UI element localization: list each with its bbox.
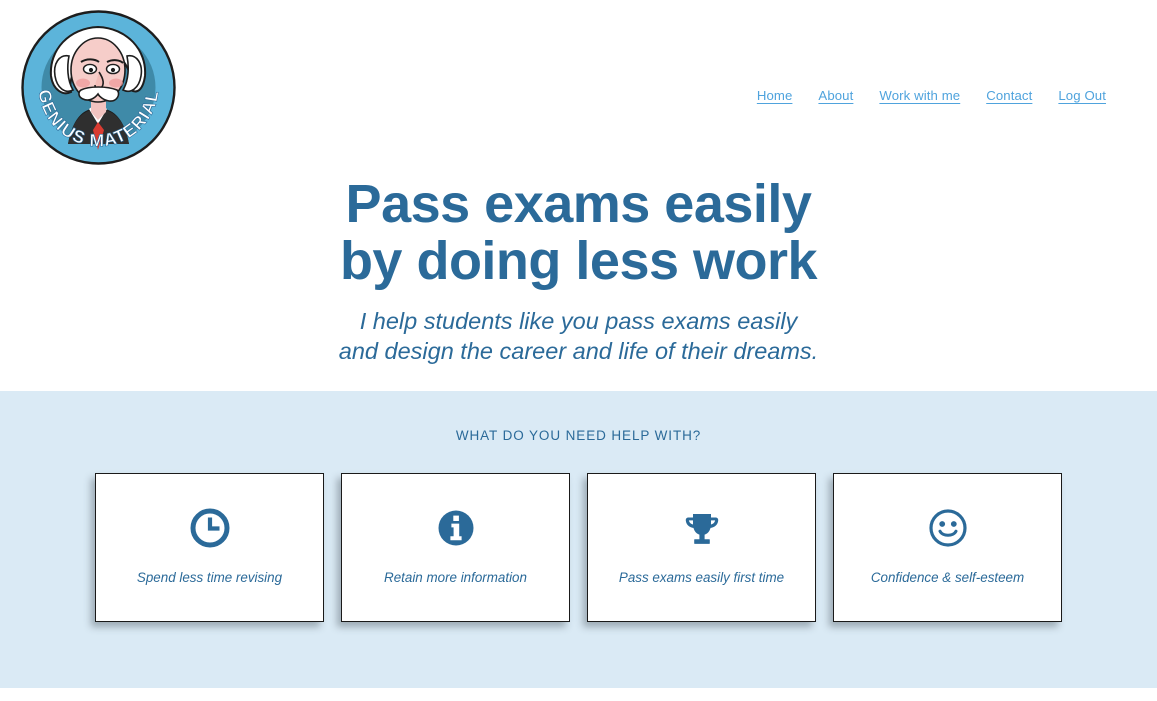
landing-page: GENIUS MATERIAL Home About Work with me … xyxy=(0,0,1157,701)
page-footer-strip xyxy=(0,688,1157,701)
hero-subtitle-line-1: I help students like you pass exams easi… xyxy=(359,308,798,334)
nav-link-about[interactable]: About xyxy=(818,88,853,103)
trophy-icon xyxy=(685,514,718,544)
site-logo[interactable]: GENIUS MATERIAL xyxy=(21,10,176,165)
clock-icon xyxy=(190,508,229,548)
nav-link-home[interactable]: Home xyxy=(757,88,793,103)
nav-link-work-with-me[interactable]: Work with me xyxy=(879,88,960,103)
hero-section: Pass exams easily by doing less work I h… xyxy=(0,172,1157,366)
nav-link-log-out[interactable]: Log Out xyxy=(1058,88,1106,103)
smiley-icon xyxy=(928,509,967,547)
help-card-label: Confidence & self-esteem xyxy=(870,570,1025,585)
help-section: WHAT DO YOU NEED HELP WITH? Spend less t… xyxy=(0,391,1157,688)
hero-subtitle-line-2: and design the career and life of their … xyxy=(338,338,819,364)
info-icon xyxy=(438,510,473,546)
help-section-heading: WHAT DO YOU NEED HELP WITH? xyxy=(455,428,702,443)
hero-title-line-2: by doing less work xyxy=(339,231,818,291)
help-card-label: Spend less time revising xyxy=(136,570,283,585)
help-card-pass-exams-easily-first-time[interactable]: Pass exams easily first time xyxy=(587,473,816,622)
genius-material-logo-icon: GENIUS MATERIAL xyxy=(21,10,176,165)
site-header: GENIUS MATERIAL Home About Work with me … xyxy=(0,0,1157,172)
page-title: Pass exams easily by doing less work xyxy=(0,176,1157,290)
help-card-retain-more-information[interactable]: Retain more information xyxy=(341,473,570,622)
help-card-spend-less-time-revising[interactable]: Spend less time revising xyxy=(95,473,324,622)
main-navigation: Home About Work with me Contact Log Out xyxy=(757,88,1106,103)
nav-link-contact[interactable]: Contact xyxy=(986,88,1032,103)
help-cards-row: Spend less time revising Retain more inf… xyxy=(0,473,1157,622)
hero-subtitle: I help students like you pass exams easi… xyxy=(0,306,1157,366)
help-card-confidence-self-esteem[interactable]: Confidence & self-esteem xyxy=(833,473,1062,622)
help-card-label: Retain more information xyxy=(384,570,527,585)
hero-title-line-1: Pass exams easily xyxy=(345,174,812,234)
help-card-label: Pass exams easily first time xyxy=(618,570,785,585)
